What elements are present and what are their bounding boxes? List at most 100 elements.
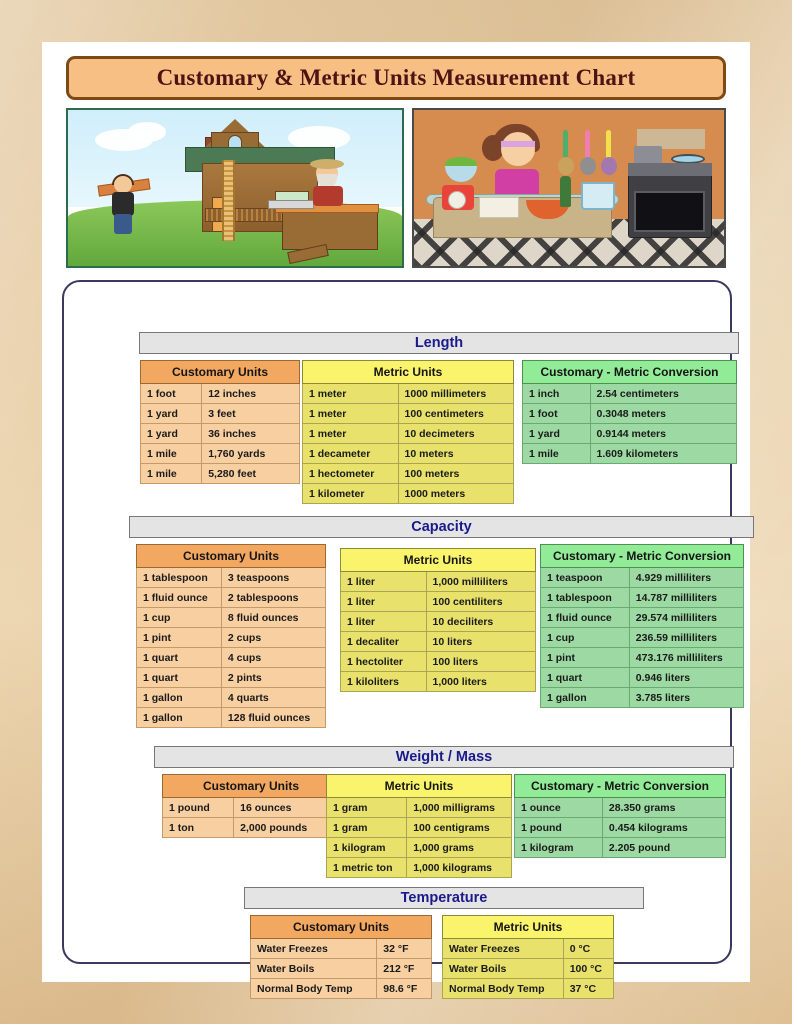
table-row: Water Freezes 32 °F <box>249 938 432 959</box>
table-row: Normal Body Temp 37 °C <box>442 978 615 999</box>
table-row: 1 meter 1000 millimeters <box>302 383 515 404</box>
unit-cell: 1 pint <box>540 647 630 668</box>
table-row: 1 pound 0.454 kilograms <box>514 817 727 838</box>
section-title: Temperature <box>400 890 488 906</box>
unit-cell: 1 quart <box>136 647 222 668</box>
table-temperature-customary: Customary Units Water Freezes 32 °F Water B… <box>249 915 432 999</box>
unit-cell: 1 yard <box>139 403 203 424</box>
table-header-label: Customary - Metric Conversion <box>540 544 744 568</box>
equivalent-cell: 4.929 milliliters <box>628 567 745 588</box>
equivalent-cell: 1,760 yards <box>201 443 300 464</box>
equivalent-cell: 16 ounces <box>233 797 340 818</box>
measuring-jug <box>581 181 616 210</box>
equivalent-cell: 100 centimeters <box>397 403 515 424</box>
equivalent-cell: 1,000 liters <box>425 671 537 692</box>
page-title: Customary & Metric Units Measurement Cha… <box>156 65 636 90</box>
table-row: 1 decameter 10 meters <box>302 443 515 464</box>
table-capacity-metric: Metric Units 1 liter 1,000 milliliters 1 li… <box>340 548 537 692</box>
table-capacity-conversion: Customary - Metric Conversion 1 teaspoon 4… <box>540 544 745 708</box>
page-sheet: Customary & Metric Units Measurement Cha… <box>42 42 754 999</box>
unit-cell: Normal Body Temp <box>249 978 378 999</box>
table-header-row: Customary Units <box>136 544 326 568</box>
table-row: 1 meter 10 decimeters <box>302 423 515 444</box>
table-row: 1 kilogram 1,000 grams <box>325 837 512 858</box>
unit-cell: 1 gram <box>325 817 408 838</box>
table-row: Water Boils 212 °F <box>249 958 432 979</box>
unit-cell: 1 quart <box>136 667 222 688</box>
table-row: 1 quart 0.946 liters <box>540 667 745 688</box>
equivalent-cell: 1,000 milligrams <box>406 797 512 818</box>
table-header-label: Metric Units <box>326 774 512 798</box>
unit-cell: 1 yard <box>522 423 591 444</box>
unit-cell: 1 gallon <box>136 707 222 728</box>
table-header-row: Customary - Metric Conversion <box>514 774 726 798</box>
table-capacity-customary: Customary Units 1 tablespoon 3 teaspoons 1 … <box>136 544 327 728</box>
section-title: Length <box>414 335 464 351</box>
unit-cell: 1 gallon <box>136 687 222 708</box>
unit-cell: Water Boils <box>249 958 378 979</box>
equivalent-cell: 2 tablespoons <box>220 587 327 608</box>
unit-cell: 1 fluid ounce <box>136 587 222 608</box>
table-row: 1 gram 100 centigrams <box>325 817 512 838</box>
oil-bottle <box>559 175 571 207</box>
unit-cell: 1 foot <box>139 383 203 404</box>
table-weight-metric: Metric Units 1 gram 1,000 milligrams 1 gram… <box>325 774 512 878</box>
table-row: Normal Body Temp 98.6 °F <box>249 978 432 999</box>
table-header-label: Customary - Metric Conversion <box>522 360 737 384</box>
equivalent-cell: 32 °F <box>376 938 432 959</box>
equivalent-cell: 10 meters <box>397 443 515 464</box>
table-length-metric: Metric Units 1 meter 1000 millimeters 1 met… <box>302 360 515 504</box>
unit-cell: 1 meter <box>302 403 399 424</box>
table-row: 1 yard 0.9144 meters <box>522 423 738 444</box>
unit-cell: 1 ounce <box>514 797 603 818</box>
unit-cell: 1 ton <box>161 817 235 838</box>
legs <box>114 213 133 234</box>
unit-cell: 1 pound <box>161 797 235 818</box>
unit-cell: 1 decaliter <box>340 631 427 652</box>
torso <box>313 185 344 206</box>
table-row: 1 inch 2.54 centimeters <box>522 383 738 404</box>
table-row: 1 hectoliter 100 liters <box>340 651 537 672</box>
equivalent-cell: 100 centiliters <box>425 591 537 612</box>
table-row: 1 foot 0.3048 meters <box>522 403 738 424</box>
table-row: 1 ton 2,000 pounds <box>161 817 340 838</box>
equivalent-cell: 1.609 kilometers <box>589 443 738 464</box>
table-row: 1 mile 1,760 yards <box>139 443 300 464</box>
unit-cell: 1 cup <box>540 627 630 648</box>
table-header-row: Customary - Metric Conversion <box>522 360 737 384</box>
section-title: Capacity <box>411 519 472 535</box>
table-row: 1 tablespoon 14.787 milliliters <box>540 587 745 608</box>
equivalent-cell: 236.59 milliliters <box>628 627 745 648</box>
section-title: Weight / Mass <box>395 749 493 765</box>
cloud-icon <box>288 125 351 150</box>
unit-cell: 1 gram <box>325 797 408 818</box>
table-header-label: Metric Units <box>340 548 536 572</box>
table-row: Water Boils 100 °C <box>442 958 615 979</box>
unit-cell: 1 cup <box>136 607 222 628</box>
strainer-icon <box>601 156 618 175</box>
table-length-conversion: Customary - Metric Conversion 1 inch 2.54 … <box>522 360 738 464</box>
equivalent-cell: 1,000 grams <box>406 837 512 858</box>
equivalent-cell: 2 pints <box>220 667 327 688</box>
table-header-row: Customary Units <box>140 360 300 384</box>
unit-cell: 1 quart <box>540 667 630 688</box>
equivalent-cell: 10 liters <box>425 631 537 652</box>
table-row: 1 yard 36 inches <box>139 423 300 444</box>
equivalent-cell: 0.454 kilograms <box>601 817 727 838</box>
unit-cell: 1 tablespoon <box>136 567 222 588</box>
table-row: 1 metric ton 1,000 kilograms <box>325 857 512 878</box>
unit-cell: Water Boils <box>442 958 564 979</box>
unit-cell: 1 kiloliters <box>340 671 427 692</box>
equivalent-cell: 0.3048 meters <box>589 403 738 424</box>
equivalent-cell: 100 meters <box>397 463 515 484</box>
equivalent-cell: 3.785 liters <box>628 687 745 708</box>
equivalent-cell: 14.787 milliliters <box>628 587 745 608</box>
section-header-length: Length <box>139 332 739 354</box>
equivalent-cell: 37 °C <box>562 978 615 999</box>
unit-cell: 1 tablespoon <box>540 587 630 608</box>
equivalent-cell: 3 teaspoons <box>220 567 327 588</box>
unit-cell: 1 mile <box>139 463 203 484</box>
straw-hat <box>310 158 345 169</box>
table-row: 1 kilogram 2.205 pound <box>514 837 727 858</box>
table-header-label: Customary - Metric Conversion <box>514 774 726 798</box>
